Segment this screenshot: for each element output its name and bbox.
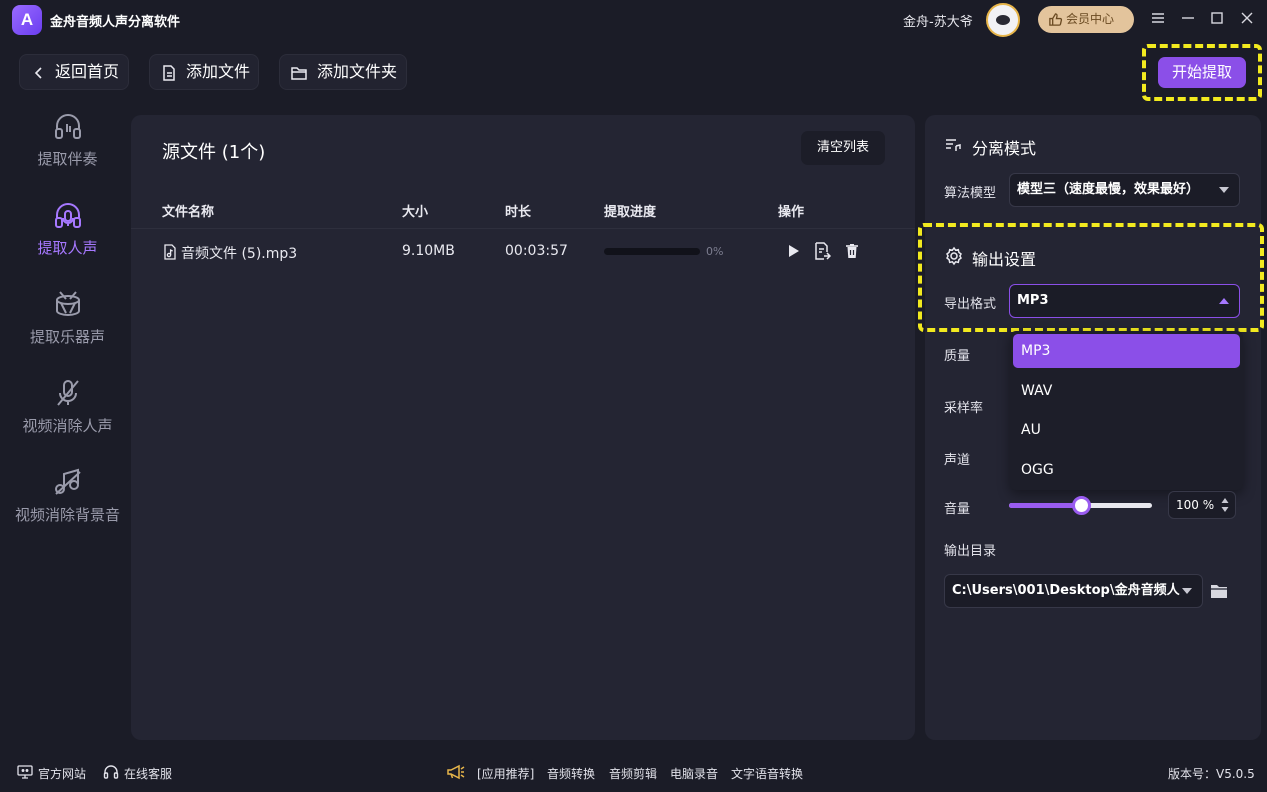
format-option-mp3[interactable]: MP3 [1013, 334, 1240, 368]
app-logo: A [12, 5, 42, 35]
footer-link-audio-convert[interactable]: 音频转换 [547, 765, 595, 782]
sidebar-item-video-remove-background[interactable]: 视频消除背景音 [0, 466, 135, 525]
column-header-size: 大小 [402, 205, 429, 220]
sidebar-item-label: 提取人声 [37, 239, 98, 257]
headset-icon [103, 765, 119, 779]
add-folder-button[interactable]: 添加文件夹 [279, 54, 407, 90]
progress-bar [604, 248, 700, 255]
headphones-icon [54, 114, 81, 139]
version-text: 版本号：V5.0.5 [1168, 767, 1255, 781]
play-icon[interactable] [784, 242, 802, 260]
column-header-name: 文件名称 [162, 205, 215, 220]
separation-mode-title: 分离模式 [972, 139, 1037, 158]
sidebar-item-extract-accompaniment[interactable]: 提取伴奏 [0, 110, 135, 169]
progress-text: 0% [706, 245, 724, 258]
volume-slider[interactable] [1009, 496, 1152, 515]
file-duration: 00:03:57 [505, 243, 568, 259]
sidebar-item-label: 提取乐器声 [29, 328, 105, 346]
channel-label: 声道 [944, 453, 971, 468]
minimize-icon[interactable] [1178, 10, 1198, 30]
online-support-link[interactable]: 在线客服 [124, 765, 172, 782]
title-bar: A 金舟音频人声分离软件 金舟-苏大爷 会员中心 [0, 0, 1267, 40]
volume-unit: % [1202, 498, 1215, 512]
back-home-button[interactable]: 返回首页 [19, 54, 129, 90]
folder-icon [291, 67, 307, 80]
sidebar-item-label: 提取伴奏 [37, 150, 98, 168]
footer-link-pc-record[interactable]: 电脑录音 [670, 765, 718, 782]
column-header-duration: 时长 [505, 205, 532, 220]
add-file-button[interactable]: 添加文件 [149, 54, 259, 90]
open-file-icon[interactable] [813, 242, 831, 260]
output-dir-select[interactable]: C:\Users\001\Desktop\金舟音频人 [944, 574, 1203, 608]
sidebar-item-extract-vocals[interactable]: 提取人声 [0, 199, 135, 258]
back-home-label: 返回首页 [55, 62, 120, 81]
volume-label: 音量 [944, 502, 971, 517]
sidebar-item-label: 视频消除背景音 [14, 506, 120, 524]
output-dir-label: 输出目录 [944, 544, 997, 559]
model-label: 算法模型 [944, 186, 997, 201]
format-dropdown: MP3 WAV AU OGG [1010, 331, 1243, 490]
highlight-output-settings [918, 223, 1264, 332]
headset-mic-icon [54, 203, 81, 228]
model-select[interactable]: 模型三（速度最慢，效果最好） [1009, 173, 1240, 207]
header-divider [131, 228, 915, 229]
volume-value: 100 [1176, 498, 1199, 512]
format-option-ogg[interactable]: OGG [1013, 453, 1240, 487]
vip-center-button[interactable]: 会员中心 [1038, 6, 1134, 33]
chevron-left-icon [34, 67, 42, 79]
add-folder-label: 添加文件夹 [317, 62, 398, 81]
sidebar-item-video-remove-vocals[interactable]: 视频消除人声 [0, 377, 135, 436]
file-name: 音频文件 (5).mp3 [181, 246, 298, 262]
avatar[interactable] [986, 3, 1020, 37]
format-option-wav[interactable]: WAV [1013, 374, 1240, 408]
user-name[interactable]: 金舟-苏大爷 [903, 11, 973, 30]
drum-icon [55, 291, 80, 317]
mic-off-icon [56, 380, 79, 406]
source-title: 源文件 (1个) [162, 142, 266, 163]
chevron-down-icon [1182, 588, 1192, 594]
clear-list-button[interactable]: 清空列表 [801, 131, 885, 165]
thumbs-up-icon [1049, 13, 1063, 26]
file-size: 9.10MB [402, 243, 455, 259]
sample-rate-label: 采样率 [944, 401, 984, 416]
vip-label: 会员中心 [1066, 12, 1115, 26]
model-value: 模型三（速度最慢，效果最好） [1017, 182, 1200, 197]
music-off-icon [54, 468, 81, 495]
footer-link-audio-edit[interactable]: 音频剪辑 [609, 765, 657, 782]
output-dir-value: C:\Users\001\Desktop\金舟音频人 [952, 583, 1180, 598]
add-file-label: 添加文件 [186, 62, 251, 81]
sidebar-item-extract-instruments[interactable]: 提取乐器声 [0, 288, 135, 347]
stepper-icon[interactable] [1221, 497, 1229, 513]
megaphone-icon [447, 764, 465, 780]
audio-file-icon [164, 244, 176, 260]
folder-icon[interactable] [1210, 582, 1228, 600]
format-option-au[interactable]: AU [1013, 413, 1240, 447]
footer-link-text-to-speech[interactable]: 文字语音转换 [731, 765, 803, 782]
column-header-actions: 操作 [778, 205, 805, 220]
monitor-icon [17, 765, 33, 779]
volume-input[interactable]: 100 % [1168, 491, 1236, 519]
highlight-start-button [1142, 44, 1262, 101]
maximize-icon[interactable] [1207, 10, 1227, 30]
recommend-label: [应用推荐] [477, 767, 535, 781]
volume-slider-fill [1009, 503, 1081, 508]
column-header-progress: 提取进度 [604, 205, 657, 220]
menu-icon[interactable] [1148, 10, 1168, 30]
official-website-link[interactable]: 官方网站 [38, 765, 86, 782]
separation-mode-icon [946, 139, 961, 151]
delete-icon[interactable] [843, 242, 861, 260]
sidebar-item-label: 视频消除人声 [22, 417, 113, 435]
volume-slider-handle[interactable] [1071, 496, 1091, 515]
app-title: 金舟音频人声分离软件 [50, 15, 181, 30]
quality-label: 质量 [944, 349, 971, 364]
close-icon[interactable] [1237, 10, 1257, 30]
chevron-down-icon [1219, 187, 1229, 193]
file-icon [163, 65, 175, 81]
